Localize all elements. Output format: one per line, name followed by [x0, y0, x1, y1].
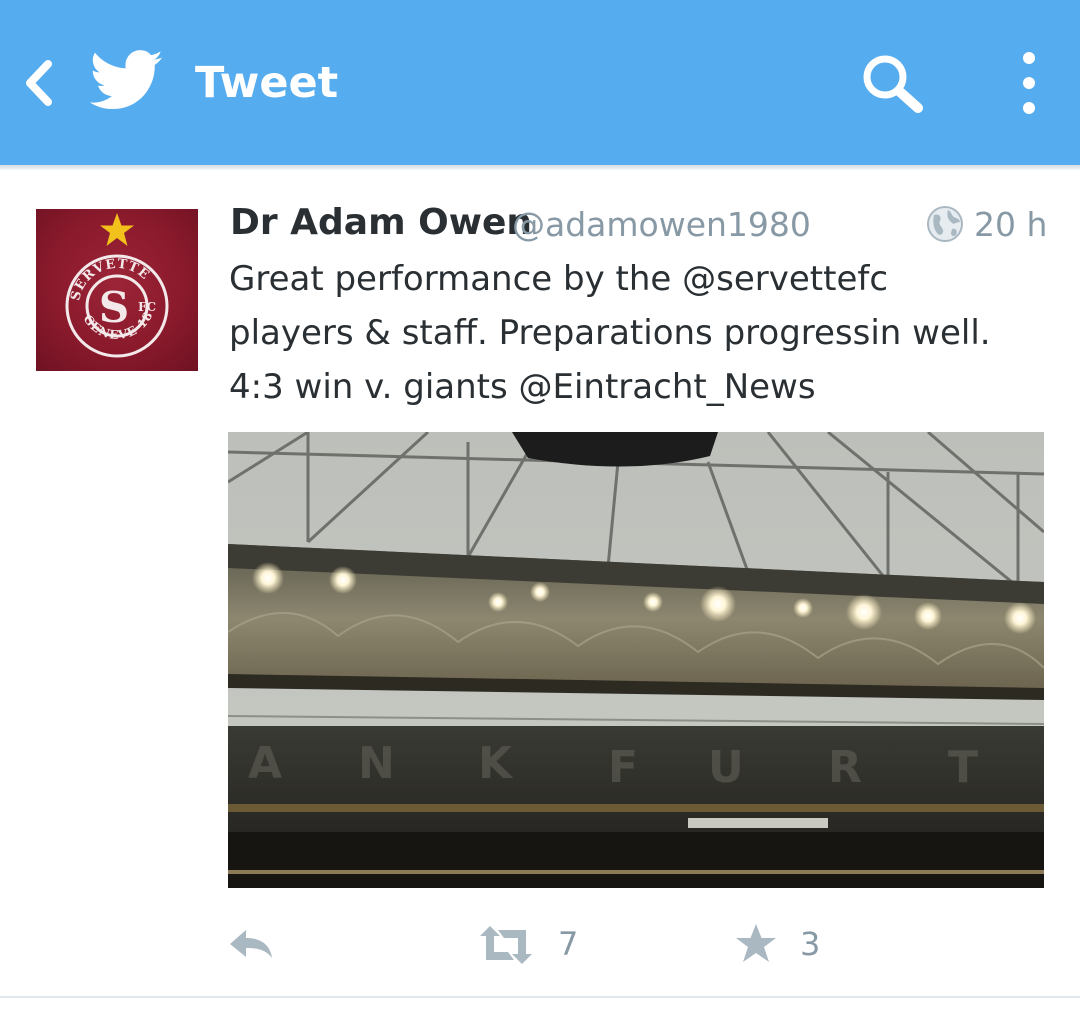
- retweet-count: 7: [558, 925, 579, 963]
- retweet-button[interactable]: 7: [476, 920, 596, 970]
- app-bar: Tweet: [0, 0, 1080, 165]
- stadium-seat-letter: R: [828, 742, 862, 793]
- stadium-seat-letter: T: [948, 742, 978, 793]
- favorite-button[interactable]: 3: [732, 920, 852, 970]
- tweet-text-line: players & staff. Preparations progressin…: [229, 313, 991, 353]
- app-bar-shadow: [0, 165, 1080, 170]
- stadium-seat-letter: F: [608, 742, 638, 793]
- twitter-bird-icon: [90, 50, 163, 110]
- retweet-icon: [480, 926, 532, 964]
- svg-text:S: S: [99, 283, 129, 332]
- tweet-timestamp: 20 h: [974, 205, 1048, 244]
- stadium-seat-letter: U: [708, 742, 744, 793]
- page-title: Tweet: [195, 58, 339, 108]
- servette-logo: SERVETTE GENEVE 1890 S FC: [31, 198, 169, 358]
- reply-icon: [230, 930, 272, 958]
- tweet-text-line: 4:3 win v. giants @Eintracht_News: [229, 367, 816, 407]
- stadium-seat-letter: K: [478, 738, 514, 789]
- globe-icon: [927, 206, 963, 242]
- search-icon[interactable]: [860, 52, 928, 116]
- author-name[interactable]: Dr Adam Owen: [230, 199, 532, 247]
- stadium-seat-letter: A: [248, 738, 282, 789]
- tweet-text: Great performance by the @servettefc pla…: [229, 252, 1059, 414]
- reply-button[interactable]: [226, 920, 278, 970]
- stadium-seat-letter: N: [358, 738, 395, 789]
- author-handle[interactable]: @adamowen1980: [512, 201, 811, 249]
- tweet-photo[interactable]: A N K F U R T: [228, 432, 1044, 888]
- stadium-photo: A N K F U R T: [228, 432, 1044, 888]
- favorite-count: 3: [800, 925, 821, 963]
- tweet-text-line: Great performance by the @servettefc: [229, 259, 889, 299]
- back-icon[interactable]: [20, 58, 56, 108]
- divider: [0, 996, 1080, 998]
- favorite-star-icon: [736, 924, 776, 962]
- svg-text:FC: FC: [138, 300, 156, 314]
- more-vertical-icon[interactable]: [1012, 48, 1046, 118]
- gold-star-icon: [100, 213, 134, 246]
- avatar[interactable]: SERVETTE GENEVE 1890 S FC: [31, 198, 198, 371]
